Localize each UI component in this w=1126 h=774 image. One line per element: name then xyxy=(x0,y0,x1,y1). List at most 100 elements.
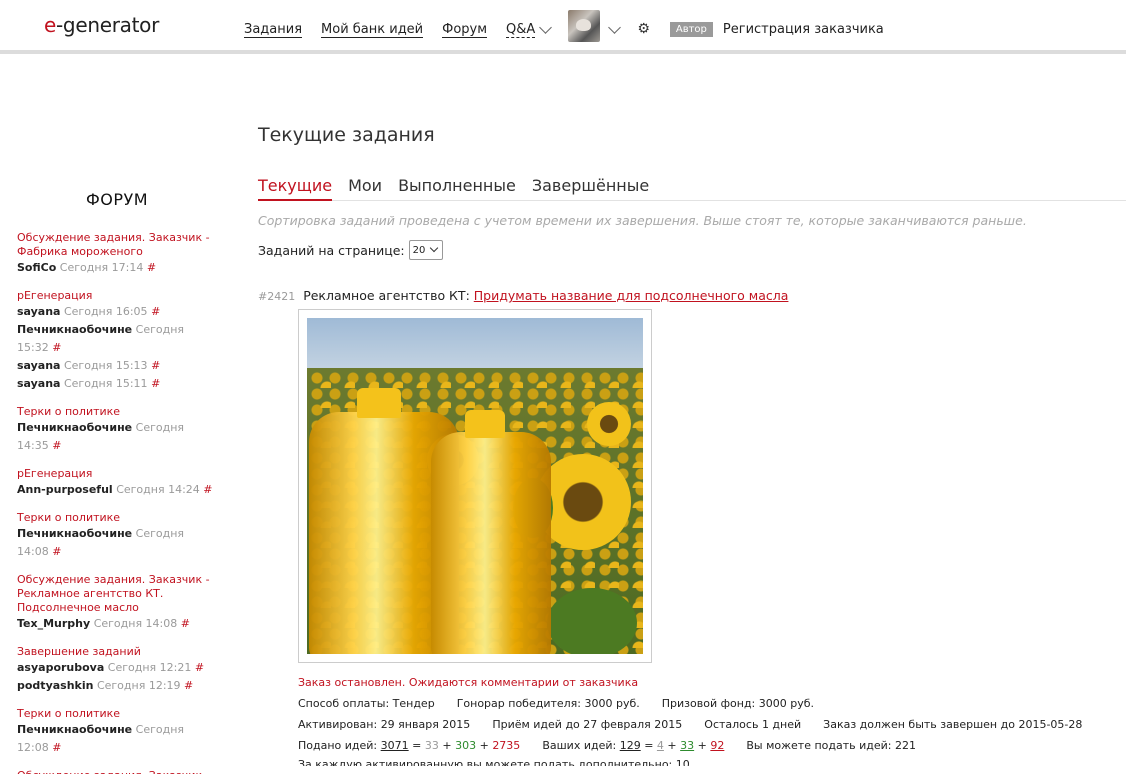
per-page-control: Заданий на странице: 20 xyxy=(258,240,1126,260)
forum-post-time: Сегодня 12:19 xyxy=(96,679,181,692)
task-status: Заказ остановлен. Ожидаются комментарии … xyxy=(298,676,639,689)
forum-post-anchor-link[interactable]: # xyxy=(52,741,61,754)
tab-current[interactable]: Текущие xyxy=(258,176,333,201)
task-client: Рекламное агентство КТ: xyxy=(303,288,470,303)
task-tabs: Текущие Мои Выполненные Завершённые xyxy=(258,176,1126,201)
nav-link-idea-bank[interactable]: Мой банк идей xyxy=(321,22,424,38)
task-image-frame[interactable] xyxy=(298,309,652,663)
per-page-label: Заданий на странице: xyxy=(258,242,405,258)
task-dates-row: Активирован: 29 января 2015 Приём идей д… xyxy=(298,718,1126,731)
task-title-link[interactable]: Придумать название для подсолнечного мас… xyxy=(474,288,789,303)
forum-post-time: Сегодня 16:05 xyxy=(63,305,148,318)
forum-thread-topic[interactable]: Обсуждение задания. Заказчик - xyxy=(17,769,217,774)
additional-ideas-note: За каждую активированную вы можете подат… xyxy=(298,758,690,766)
ideas-deadline: Приём идей до 27 февраля 2015 xyxy=(492,718,683,731)
your-ideas-b-link[interactable]: 33 xyxy=(680,739,694,752)
forum-post-user[interactable]: Печникнаобочине xyxy=(17,323,132,336)
your-ideas-a-link[interactable]: 4 xyxy=(657,739,664,752)
forum-post: podtyashkin Сегодня 12:19 # xyxy=(17,677,217,695)
forum-post-anchor-link[interactable]: # xyxy=(181,617,190,630)
chevron-down-icon xyxy=(429,243,438,253)
forum-thread-topic[interactable]: Обсуждение задания. Заказчик - Фабрика м… xyxy=(17,231,217,259)
forum-post-time: Сегодня 15:11 xyxy=(63,377,148,390)
forum-post-user[interactable]: podtyashkin xyxy=(17,679,93,692)
forum-post: Ann-purposeful Сегодня 14:24 # xyxy=(17,481,217,499)
forum-thread-topic[interactable]: Завершение заданий xyxy=(17,645,217,659)
top-navigation-bar: e-generator Задания Мой банк идей Форум … xyxy=(0,0,1126,54)
forum-post-time: Сегодня 15:13 xyxy=(63,359,148,372)
forum-post-anchor-link[interactable]: # xyxy=(52,439,61,452)
forum-post-user[interactable]: Tex_Murphy xyxy=(17,617,90,630)
forum-sidebar: ФОРУМ Обсуждение задания. Заказчик - Фаб… xyxy=(17,190,217,774)
forum-post: Печникнаобочине Сегодня 14:08 # xyxy=(17,525,217,561)
nav-link-forum[interactable]: Форум xyxy=(442,22,488,38)
completion-date: Заказ должен быть завершен до 2015-05-28 xyxy=(823,718,1083,731)
task-number: #2421 xyxy=(258,290,296,303)
forum-post: Печникнаобочине Сегодня 12:08 # xyxy=(17,721,217,757)
forum-post-user[interactable]: Печникнаобочине xyxy=(17,527,132,540)
forum-post-user[interactable]: sayana xyxy=(17,359,60,372)
forum-post-user[interactable]: SofiCo xyxy=(17,261,56,274)
tab-done[interactable]: Выполненные xyxy=(398,176,516,200)
forum-thread-topic[interactable]: Терки о политике xyxy=(17,511,217,525)
forum-post-anchor-link[interactable]: # xyxy=(52,341,61,354)
author-badge: Автор xyxy=(669,22,713,37)
task-header: #2421 Рекламное агентство КТ: Придумать … xyxy=(258,288,1126,303)
forum-post-anchor-link[interactable]: # xyxy=(151,377,160,390)
can-submit-ideas: Вы можете подать идей: 221 xyxy=(746,739,916,752)
forum-post: asyaporubova Сегодня 12:21 # xyxy=(17,659,217,677)
days-left: Осталось 1 дней xyxy=(704,718,802,731)
site-logo[interactable]: e-generator xyxy=(44,13,159,37)
forum-post: sayana Сегодня 16:05 # xyxy=(17,303,217,321)
task-payment-row: Способ оплаты: Тендер Гонорар победителя… xyxy=(298,697,1126,710)
forum-post-anchor-link[interactable]: # xyxy=(195,661,204,674)
forum-post: sayana Сегодня 15:13 # xyxy=(17,357,217,375)
forum-post-user[interactable]: sayana xyxy=(17,305,60,318)
forum-thread-topic[interactable]: Обсуждение задания. Заказчик - Рекламное… xyxy=(17,573,217,615)
user-avatar[interactable] xyxy=(568,10,601,42)
ideas-total-link[interactable]: 3071 xyxy=(381,739,409,752)
forum-post-time: Сегодня 14:08 xyxy=(93,617,178,630)
forum-post: Tex_Murphy Сегодня 14:08 # xyxy=(17,615,217,633)
activated-date: Активирован: 29 января 2015 xyxy=(298,718,471,731)
register-customer-link[interactable]: Регистрация заказчика xyxy=(723,22,884,37)
forum-post-user[interactable]: Ann-purposeful xyxy=(17,483,113,496)
tab-finished[interactable]: Завершённые xyxy=(532,176,649,200)
forum-thread-topic[interactable]: Терки о политике xyxy=(17,707,217,721)
per-page-select[interactable]: 20 xyxy=(408,240,443,260)
page-title: Текущие задания xyxy=(258,124,435,146)
forum-post: Печникнаобочине Сегодня 14:35 # xyxy=(17,419,217,455)
forum-post-user[interactable]: Печникнаобочине xyxy=(17,723,132,736)
your-ideas-c-link[interactable]: 92 xyxy=(710,739,724,752)
gear-icon[interactable]: ⚙ xyxy=(637,21,650,37)
forum-post-anchor-link[interactable]: # xyxy=(151,305,160,318)
forum-post: SofiCo Сегодня 17:14 # xyxy=(17,259,217,277)
forum-post: Печникнаобочине Сегодня 15:32 # xyxy=(17,321,217,357)
forum-post-anchor-link[interactable]: # xyxy=(52,545,61,558)
forum-post-anchor-link[interactable]: # xyxy=(184,679,193,692)
forum-thread-list: Обсуждение задания. Заказчик - Фабрика м… xyxy=(17,231,217,774)
forum-post-anchor-link[interactable]: # xyxy=(203,483,212,496)
tab-mine[interactable]: Мои xyxy=(348,176,382,200)
chevron-down-icon[interactable] xyxy=(539,20,553,34)
main-content: Текущие задания Текущие Мои Выполненные … xyxy=(258,124,1126,766)
nav-link-qa[interactable]: Q&A xyxy=(506,22,536,38)
ideas-submitted: Подано идей: 3071 = 33 + 303 + 2735 xyxy=(298,739,521,752)
user-menu-chevron-down-icon[interactable] xyxy=(608,20,622,34)
main-nav: Задания Мой банк идей Форум Q&A ⚙ Автор … xyxy=(244,10,884,42)
forum-post: sayana Сегодня 15:11 # xyxy=(17,375,217,393)
your-ideas-total-link[interactable]: 129 xyxy=(620,739,641,752)
payment-method: Способ оплаты: Тендер xyxy=(298,697,435,710)
forum-thread-topic[interactable]: рЕгенерация xyxy=(17,467,217,481)
nav-link-tasks[interactable]: Задания xyxy=(244,22,303,38)
prize-fund: Призовой фонд: 3000 руб. xyxy=(661,697,815,710)
forum-post-anchor-link[interactable]: # xyxy=(147,261,156,274)
forum-post-time: Сегодня 17:14 xyxy=(59,261,144,274)
forum-post-anchor-link[interactable]: # xyxy=(151,359,160,372)
forum-post-user[interactable]: sayana xyxy=(17,377,60,390)
forum-post-user[interactable]: asyaporubova xyxy=(17,661,104,674)
forum-thread-topic[interactable]: рЕгенерация xyxy=(17,289,217,303)
forum-post-user[interactable]: Печникнаобочине xyxy=(17,421,132,434)
forum-post-time: Сегодня 12:21 xyxy=(107,661,192,674)
forum-thread-topic[interactable]: Терки о политике xyxy=(17,405,217,419)
